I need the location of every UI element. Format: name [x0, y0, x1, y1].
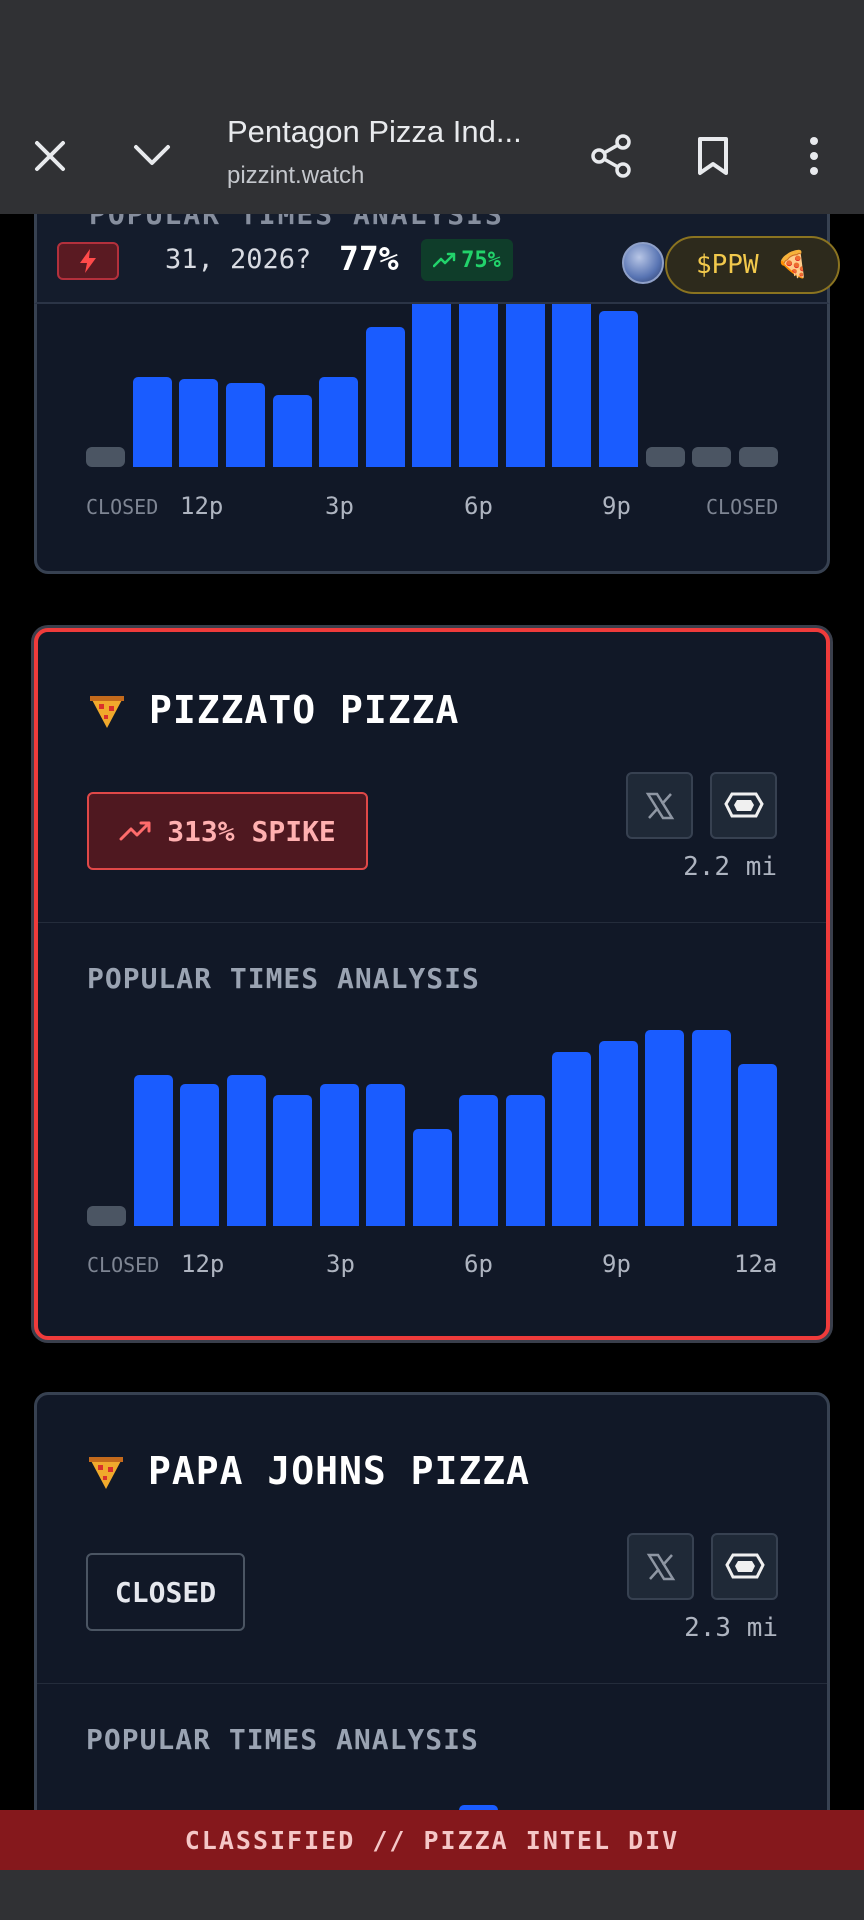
- chart-bar-9p: [552, 1052, 591, 1226]
- divider: [38, 922, 826, 923]
- pentagon-icon: [724, 1553, 765, 1578]
- pizza-icon: 🍕: [776, 250, 809, 280]
- chart-bar-3p: [273, 1095, 312, 1226]
- chart-bar-11a: [86, 447, 125, 467]
- market-change-value: 75%: [461, 247, 501, 273]
- x-share-button[interactable]: [627, 1533, 694, 1600]
- restaurant-card-pizzato: PIZZATO PIZZA 313% SPIKE 2.2 mi POPULAR …: [34, 628, 830, 1340]
- status-badge: CLOSED: [86, 1553, 245, 1631]
- ppw-token-button[interactable]: $PPW 🍕: [665, 236, 840, 294]
- chart-tick-label: 3p: [325, 492, 354, 520]
- avatar[interactable]: [622, 242, 664, 284]
- x-share-button[interactable]: [626, 772, 693, 839]
- status-badge: 313% SPIKE: [87, 792, 368, 870]
- chart-tick-label: CLOSED: [86, 495, 159, 519]
- chart-bar-1a: [738, 447, 778, 467]
- market-change-badge: 75%: [421, 239, 513, 281]
- distance-label: 2.2 mi: [683, 852, 777, 882]
- trending-up-icon: [433, 252, 456, 268]
- market-ticker-bar: POPULAR TIMES ANALYSIS 31, 2026? 77% 75%…: [34, 214, 840, 304]
- x-logo-icon: [646, 1553, 675, 1580]
- chart-bar-1p: [180, 1084, 219, 1226]
- chart-bar-7p: [459, 1095, 498, 1226]
- share-icon[interactable]: [576, 120, 648, 192]
- chart-bar-1a: [738, 1064, 777, 1226]
- status-text: 313% SPIKE: [167, 814, 336, 848]
- pizza-slice-icon: [90, 696, 124, 728]
- chart-bar-2p: [226, 1075, 266, 1226]
- pentagon-map-button[interactable]: [711, 1533, 778, 1600]
- chart-time-axis: CLOSED 12p 3p 6p 9p 12a: [87, 1250, 777, 1280]
- card-header: PAPA JOHNS PIZZA: [86, 1449, 530, 1493]
- chart-tick-label: CLOSED: [87, 1253, 160, 1277]
- system-status-bar: [0, 0, 864, 96]
- bookmark-icon[interactable]: [677, 120, 749, 192]
- chart-tick-label: 6p: [464, 492, 493, 520]
- chart-bar-4p: [319, 377, 359, 467]
- system-navigation-bar: [0, 1870, 864, 1920]
- pentagon-map-button[interactable]: [710, 772, 777, 839]
- more-options-icon[interactable]: [778, 120, 850, 192]
- chart-bar-6p: [412, 1129, 452, 1226]
- chart-bar-12p: [133, 1075, 173, 1226]
- chart-bar-2p: [225, 383, 265, 467]
- chart-bar-11p: [645, 1030, 684, 1226]
- page-host: pizzint.watch: [227, 162, 365, 189]
- pentagon-icon: [723, 792, 764, 817]
- page-content: CLOSED 12p 3p 6p 9p CLOSED POPULAR TIMES ANAL…: [0, 214, 864, 1810]
- chart-bar-3p: [272, 395, 312, 467]
- card-header: PIZZATO PIZZA: [87, 688, 459, 732]
- section-heading: POPULAR TIMES ANALYSIS: [86, 1723, 479, 1756]
- distance-label: 2.3 mi: [684, 1613, 778, 1643]
- chart-tick-label: 12p: [180, 492, 224, 520]
- section-heading-ghost: POPULAR TIMES ANALYSIS: [89, 214, 504, 231]
- chart-bar-12p: [132, 377, 172, 467]
- share-links: [627, 1533, 778, 1600]
- section-heading: POPULAR TIMES ANALYSIS: [87, 962, 480, 995]
- chart-bar-11p: [645, 447, 685, 467]
- chart-bar-10p: [599, 311, 639, 467]
- restaurant-name: PAPA JOHNS PIZZA: [148, 1449, 531, 1493]
- chart-tick-label: 12a: [734, 1250, 778, 1278]
- popular-times-chart: [87, 1030, 777, 1226]
- chart-bar-5p: [365, 327, 405, 467]
- divider: [37, 1683, 827, 1684]
- chart-bar-8p: [505, 1095, 545, 1226]
- chart-tick-label: 6p: [464, 1250, 493, 1278]
- trending-up-icon: [119, 821, 151, 841]
- pizza-slice-icon: [89, 1457, 123, 1489]
- page-title: Pentagon Pizza Ind...: [227, 114, 522, 149]
- chart-tick-label: 9p: [602, 492, 631, 520]
- classified-banner: CLASSIFIED // PIZZA INTEL DIV: [0, 1810, 864, 1870]
- lightning-icon[interactable]: [57, 242, 119, 280]
- restaurant-name: PIZZATO PIZZA: [149, 688, 460, 732]
- chart-time-axis: CLOSED 12p 3p 6p 9p CLOSED: [86, 492, 778, 522]
- chart-bar-1p: [179, 379, 219, 467]
- chart-bar-11a: [87, 1206, 126, 1226]
- close-icon[interactable]: [14, 120, 86, 192]
- restaurant-card-papa-johns: PAPA JOHNS PIZZA CLOSED 2.3 mi POPULAR T…: [34, 1392, 830, 1810]
- chart-tick-label: 12p: [181, 1250, 225, 1278]
- chart-bar-5p: [366, 1084, 405, 1226]
- token-label: $PPW: [696, 250, 759, 280]
- chart-bar-10p: [598, 1041, 638, 1226]
- chevron-down-icon[interactable]: [116, 120, 188, 192]
- chart-tick-label: 9p: [602, 1250, 631, 1278]
- browser-toolbar: Pentagon Pizza Ind... pizzint.watch: [0, 96, 864, 214]
- market-probability: 77%: [339, 239, 399, 278]
- chart-bar-12a: [692, 447, 732, 467]
- x-logo-icon: [645, 792, 674, 819]
- chart-bar-12a: [691, 1030, 731, 1226]
- chart-tick-label: 3p: [326, 1250, 355, 1278]
- chart-tick-label: CLOSED: [706, 495, 779, 519]
- chart-bar-4p: [319, 1084, 359, 1226]
- market-question[interactable]: 31, 2026?: [165, 244, 311, 275]
- share-links: [626, 772, 777, 839]
- status-text: CLOSED: [114, 1575, 217, 1609]
